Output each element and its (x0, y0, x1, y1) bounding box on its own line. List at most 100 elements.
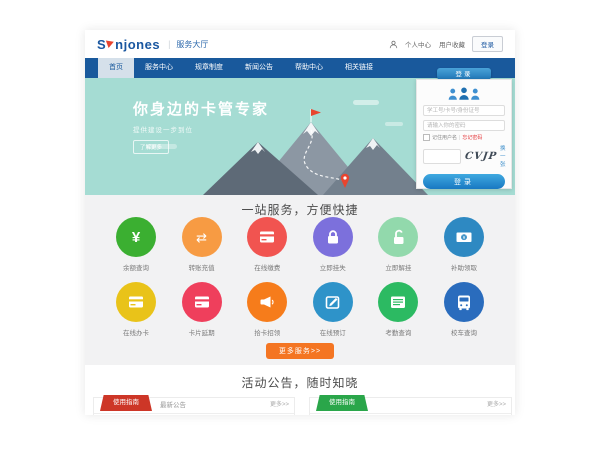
service-circle: ⇄ (182, 217, 222, 257)
logo-text: njones (115, 37, 160, 52)
service-item[interactable]: 卡片延期 (179, 282, 225, 337)
money-icon: ¥ (454, 227, 474, 247)
announcement-panel: 使用指南 更多>> (309, 397, 512, 415)
service-item[interactable]: ¥ 补助领取 (441, 217, 487, 272)
yuan-icon: ¥ (132, 230, 140, 245)
nav-item[interactable]: 首页 (98, 58, 134, 78)
announcement-panel: 使用指南最新公告 更多>> (93, 397, 295, 415)
list-icon (388, 292, 408, 312)
logo[interactable]: S njones | 服务大厅 (97, 37, 208, 52)
logo-text: S (97, 37, 106, 52)
service-label: 立即挂失 (320, 262, 346, 272)
forgot-password-link[interactable]: 忘记密码 (462, 134, 482, 141)
nav-item[interactable]: 帮助中心 (284, 58, 334, 78)
announcements-section: 活动公告，随时知晓 使用指南最新公告更多>>使用指南更多>> (85, 365, 515, 415)
service-item[interactable]: 在线预订 (310, 282, 356, 337)
hero-cta-button[interactable]: 了解更多 (133, 140, 169, 154)
service-label: 拾卡招领 (254, 327, 280, 337)
nav-item[interactable]: 服务中心 (134, 58, 184, 78)
user-icon (389, 40, 398, 49)
header-link[interactable]: 用户收藏 (439, 39, 465, 49)
service-circle: ¥ (444, 217, 484, 257)
panel-tab[interactable]: 最新公告 (160, 398, 186, 413)
service-item[interactable]: 考勤查询 (375, 282, 421, 337)
divider: | (459, 135, 460, 141)
ribbon-tab[interactable]: 使用指南 (100, 395, 152, 411)
service-circle (313, 217, 353, 257)
megaphone-icon (257, 292, 277, 312)
service-item[interactable]: 立即挂失 (310, 217, 356, 272)
service-circle (116, 282, 156, 322)
username-input[interactable] (423, 105, 505, 116)
service-label: 卡片延期 (189, 327, 215, 337)
services-row-2: 在线办卡 卡片延期 拾卡招领 在线预订 考勤查询 校车查询 (85, 282, 515, 337)
remember-label: 记住用户名 (432, 134, 457, 141)
service-label: 校车查询 (451, 327, 477, 337)
portal-name: 服务大厅 (176, 39, 208, 50)
login-card: 记住用户名 | 忘记密码 CVJP 换一张 登录 (416, 79, 512, 189)
bus-icon (454, 292, 474, 312)
service-circle (378, 217, 418, 257)
service-label: 余额查询 (123, 262, 149, 272)
hero-subtitle: 提供建设一步到位 (133, 124, 269, 134)
more-link[interactable]: 更多>> (487, 398, 506, 413)
more-services-button[interactable]: 更多服务>> (266, 343, 334, 359)
service-label: 在线缴费 (254, 262, 280, 272)
service-label: 在线办卡 (123, 327, 149, 337)
remember-row: 记住用户名 | 忘记密码 (423, 134, 505, 141)
logo-arrow-icon (106, 38, 115, 48)
announcements-title: 活动公告，随时知晓 (85, 365, 515, 391)
service-label: 立即解挂 (385, 262, 411, 272)
more-link[interactable]: 更多>> (270, 398, 289, 413)
service-circle (444, 282, 484, 322)
captcha-input[interactable] (423, 149, 461, 164)
service-item[interactable]: ⇄ 转账充值 (179, 217, 225, 272)
users-icon (423, 86, 505, 101)
service-item[interactable]: 立即解挂 (375, 217, 421, 272)
service-item[interactable]: ¥ 余额查询 (113, 217, 159, 272)
service-circle: ¥ (116, 217, 156, 257)
login-panel: 登录 记住用户名 | 忘记密码 CVJP 换一张 (416, 68, 512, 189)
service-label: 补助领取 (451, 262, 477, 272)
service-label: 考勤查询 (385, 327, 411, 337)
nav-item[interactable]: 相关链接 (334, 58, 384, 78)
card-icon (257, 227, 277, 247)
service-item[interactable]: 在线办卡 (113, 282, 159, 337)
remember-checkbox[interactable] (423, 134, 430, 141)
hero-text-block: 你身边的卡管专家 提供建设一步到位 了解更多 (133, 98, 269, 154)
unlock-icon (388, 227, 408, 247)
card-icon (192, 292, 212, 312)
page-container: S njones | 服务大厅 个人中心用户收藏 登录 首页服务中心规章制度新闻… (85, 30, 515, 415)
nav-item[interactable]: 新闻公告 (234, 58, 284, 78)
nav-item[interactable]: 规章制度 (184, 58, 234, 78)
transfer-icon: ⇄ (196, 231, 207, 244)
divider (94, 413, 294, 414)
service-circle (313, 282, 353, 322)
service-item[interactable]: 拾卡招领 (244, 282, 290, 337)
service-circle (182, 282, 222, 322)
captcha-row: CVJP 换一张 (423, 144, 505, 168)
service-label: 转账充值 (189, 262, 215, 272)
ribbon-tab[interactable]: 使用指南 (316, 395, 368, 411)
header-right: 个人中心用户收藏 登录 (389, 36, 503, 52)
divider (310, 413, 511, 414)
services-title: 一站服务，方便快捷 (85, 195, 515, 218)
service-item[interactable]: 校车查询 (441, 282, 487, 337)
edit-icon (323, 292, 343, 312)
password-input[interactable] (423, 120, 505, 131)
login-submit-button[interactable]: 登录 (423, 174, 505, 189)
card-icon (126, 292, 146, 312)
services-section: 一站服务，方便快捷 ¥ 余额查询 ⇄ 转账充值 在线缴费 立即挂失 立即解挂 ¥ 补助领取 在线… (85, 195, 515, 365)
service-circle (247, 217, 287, 257)
logo-divider: | (168, 39, 170, 49)
captcha-refresh-link[interactable]: 换一张 (500, 144, 506, 168)
services-row-1: ¥ 余额查询 ⇄ 转账充值 在线缴费 立即挂失 立即解挂 ¥ 补助领取 (85, 217, 515, 272)
header-login-button[interactable]: 登录 (472, 36, 503, 52)
captcha-image: CVJP (464, 151, 498, 162)
service-label: 在线预订 (320, 327, 346, 337)
header-link[interactable]: 个人中心 (405, 39, 431, 49)
hero-title: 你身边的卡管专家 (133, 98, 269, 119)
site-header: S njones | 服务大厅 个人中心用户收藏 登录 (85, 30, 515, 58)
service-item[interactable]: 在线缴费 (244, 217, 290, 272)
lock-icon (323, 227, 343, 247)
